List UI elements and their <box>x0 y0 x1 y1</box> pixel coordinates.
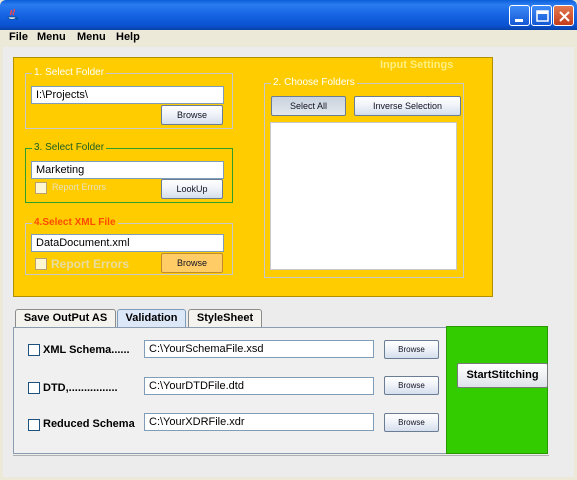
xml-schema-field[interactable]: C:\YourSchemaFile.xsd <box>144 340 374 358</box>
choose-folders-title: 2. Choose Folders <box>271 77 357 88</box>
start-stitching-button[interactable]: StartStitching <box>457 363 548 388</box>
xml-schema-checkbox[interactable] <box>28 344 40 356</box>
menu-menu-2[interactable]: Menu <box>77 31 106 43</box>
browse-dtd-button[interactable]: Browse <box>384 376 439 395</box>
xml-file-field[interactable]: DataDocument.xml <box>31 234 224 252</box>
close-icon <box>559 11 570 22</box>
folders-listbox[interactable] <box>270 122 457 270</box>
select-xml-file-title: 4.Select XML File <box>32 217 118 228</box>
lookup-button[interactable]: LookUp <box>161 179 223 199</box>
minimize-icon <box>515 19 523 22</box>
java-app-icon <box>7 8 18 20</box>
title-bar <box>0 0 577 30</box>
menu-file[interactable]: File <box>9 31 28 43</box>
reduced-schema-field[interactable]: C:\YourXDRFile.xdr <box>144 413 374 431</box>
report-errors-checkbox-4[interactable] <box>35 258 47 270</box>
report-errors-label-3: Report Errors <box>52 182 107 192</box>
menu-menu-1[interactable]: Menu <box>37 31 66 43</box>
browse-xml-button[interactable]: Browse <box>161 253 223 273</box>
tab-validation[interactable]: Validation <box>117 309 186 328</box>
reduced-schema-checkbox[interactable] <box>28 419 40 431</box>
tab-stylesheet[interactable]: StyleSheet <box>188 309 262 328</box>
dtd-label: DTD,................ <box>43 382 118 394</box>
xml-schema-label: XML Schema...... <box>43 344 130 356</box>
menu-help[interactable]: Help <box>116 31 140 43</box>
bottom-divider <box>13 455 549 456</box>
action-panel <box>446 326 548 454</box>
reduced-schema-label: Reduced Schema <box>43 418 135 430</box>
menu-bar: File Menu Menu Help <box>0 30 577 47</box>
inverse-selection-button[interactable]: Inverse Selection <box>354 96 461 116</box>
select-folder-3-title: 3. Select Folder <box>32 142 107 153</box>
minimize-button[interactable] <box>509 5 530 26</box>
close-button[interactable] <box>553 5 574 26</box>
browse-xml-schema-button[interactable]: Browse <box>384 340 439 359</box>
browse-folder-button[interactable]: Browse <box>161 105 223 125</box>
dtd-field[interactable]: C:\YourDTDFile.dtd <box>144 377 374 395</box>
report-errors-label-4: Report Errors <box>51 257 130 271</box>
select-folder-1-title: 1. Select Folder <box>32 67 107 78</box>
folder-name-field[interactable]: Marketing <box>31 161 224 179</box>
input-settings-heading: Input Settings <box>380 59 454 71</box>
dtd-checkbox[interactable] <box>28 382 40 394</box>
folder-path-field[interactable]: I:\Projects\ <box>31 86 224 104</box>
browse-reduced-schema-button[interactable]: Browse <box>384 413 439 432</box>
tab-save-output-as[interactable]: Save OutPut AS <box>15 309 116 328</box>
maximize-button[interactable] <box>531 5 552 26</box>
report-errors-checkbox-3[interactable] <box>35 182 47 194</box>
maximize-icon <box>536 10 549 22</box>
select-all-button[interactable]: Select All <box>271 96 346 116</box>
